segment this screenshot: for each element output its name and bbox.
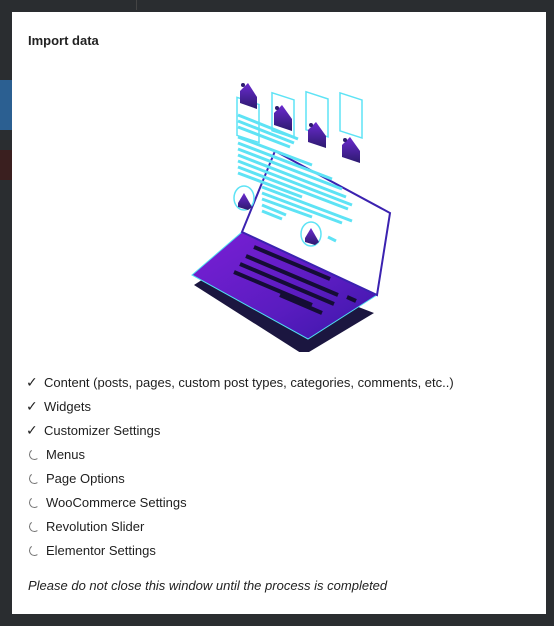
spinner-icon — [26, 447, 44, 461]
spinner-icon — [26, 471, 44, 485]
step-label: Widgets — [44, 398, 91, 414]
laptop-import-illustration — [191, 83, 392, 352]
import-data-modal: Import data ✓ Content (posts, pages, cus… — [12, 12, 546, 614]
list-item: Revolution Slider — [26, 514, 454, 538]
warning-note: Please do not close this window until th… — [28, 578, 388, 593]
spinner-icon — [26, 519, 44, 533]
spinner-icon — [26, 495, 44, 509]
step-label: WooCommerce Settings — [46, 494, 187, 510]
list-item: Elementor Settings — [26, 538, 454, 562]
step-label: Content (posts, pages, custom post types… — [44, 374, 454, 390]
list-item: ✓ Widgets — [26, 394, 454, 418]
step-label: Revolution Slider — [46, 518, 145, 534]
step-label: Page Options — [46, 470, 125, 486]
spinner-icon — [26, 543, 44, 557]
check-icon: ✓ — [26, 398, 38, 414]
step-label: Elementor Settings — [46, 542, 156, 558]
step-label: Menus — [46, 446, 86, 462]
step-label: Customizer Settings — [44, 422, 161, 438]
modal-title: Import data — [28, 33, 99, 48]
list-item: ✓ Customizer Settings — [26, 418, 454, 442]
import-steps-list: ✓ Content (posts, pages, custom post typ… — [26, 370, 454, 562]
check-icon: ✓ — [26, 374, 38, 390]
backdrop-divider — [136, 0, 137, 10]
list-item: Page Options — [26, 466, 454, 490]
list-item: Menus — [26, 442, 454, 466]
check-icon: ✓ — [26, 422, 38, 438]
list-item: ✓ Content (posts, pages, custom post typ… — [26, 370, 454, 394]
list-item: WooCommerce Settings — [26, 490, 454, 514]
